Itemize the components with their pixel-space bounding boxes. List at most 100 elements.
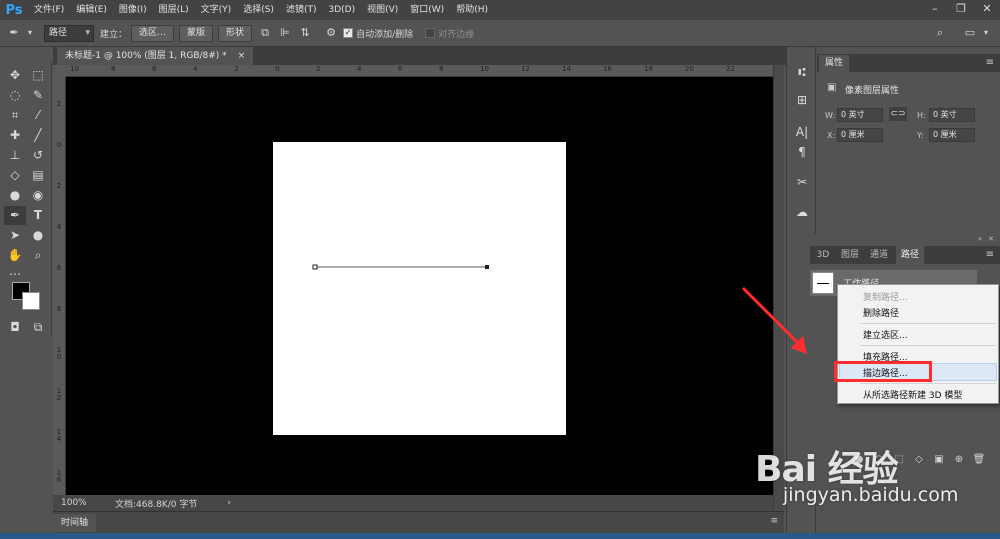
- menu-edit[interactable]: 编辑(E): [70, 0, 113, 20]
- ruler-tick-label: 0: [275, 65, 280, 73]
- selection-button[interactable]: 选区…: [131, 24, 175, 42]
- minimize-icon[interactable]: –: [922, 0, 948, 20]
- menu-separator: [860, 323, 996, 324]
- y-field[interactable]: 0 厘米: [929, 128, 975, 142]
- anchor-point-start[interactable]: [312, 264, 318, 270]
- x-field[interactable]: 0 厘米: [837, 128, 883, 142]
- width-field[interactable]: 0 英寸: [837, 108, 883, 122]
- properties-icon[interactable]: ⊞: [793, 91, 811, 109]
- document-tab[interactable]: 未标题-1 @ 100% (图层 1, RGB/8#) * ×: [57, 47, 254, 65]
- menu-3d[interactable]: 3D(D): [322, 0, 361, 20]
- close-tab-icon[interactable]: ×: [238, 51, 246, 61]
- height-field[interactable]: 0 英寸: [929, 108, 975, 122]
- panel-collapse-icon[interactable]: «: [978, 235, 982, 243]
- close-icon[interactable]: ✕: [974, 0, 1000, 20]
- tab-layers[interactable]: 图层: [838, 246, 862, 264]
- load-selection-icon[interactable]: ⬚: [890, 454, 908, 468]
- mask-button[interactable]: 蒙版: [179, 24, 214, 42]
- healing-icon[interactable]: ✚: [4, 126, 26, 145]
- tab-channels[interactable]: 通道: [866, 246, 892, 264]
- fill-path-icon[interactable]: ●: [850, 454, 868, 468]
- search-icon[interactable]: ⌕: [932, 25, 948, 41]
- menu-separator: [860, 383, 996, 384]
- marquee-icon[interactable]: ⬚: [27, 66, 49, 85]
- character-icon[interactable]: A|: [793, 123, 811, 141]
- tools-preset-icon[interactable]: ✂: [793, 173, 811, 191]
- menu-filter[interactable]: 滤镜(T): [280, 0, 323, 20]
- menu-help[interactable]: 帮助(H): [450, 0, 494, 20]
- eyedropper-icon[interactable]: ⁄: [27, 106, 49, 125]
- anchor-point-end[interactable]: [485, 265, 489, 269]
- ruler-tick-label: 6: [398, 65, 403, 73]
- quick-select-icon[interactable]: ✎: [27, 86, 49, 105]
- brush-icon[interactable]: ╱: [27, 126, 49, 145]
- lasso-icon[interactable]: ◌: [4, 86, 26, 105]
- link-icon[interactable]: ⊂⊃: [889, 107, 907, 121]
- path-alignment-icon[interactable]: ⊫: [277, 25, 293, 41]
- stroke-path-icon[interactable]: ○: [870, 454, 888, 468]
- path-operations-icon[interactable]: ⧉: [257, 25, 273, 41]
- tool-mode-select[interactable]: 路径: [44, 24, 94, 42]
- menu-view[interactable]: 视图(V): [361, 0, 404, 20]
- zoom-level[interactable]: 100%: [61, 498, 111, 508]
- more-icon[interactable]: …: [4, 262, 26, 281]
- chevron-down-icon[interactable]: ▾: [26, 25, 34, 41]
- eraser-icon[interactable]: ◇: [4, 166, 26, 185]
- auto-add-delete-checkbox[interactable]: ✓: [343, 28, 354, 38]
- path-pen-icon[interactable]: ✒: [4, 206, 26, 225]
- move-icon[interactable]: ✥: [4, 66, 26, 85]
- shape-button[interactable]: 形状: [218, 24, 253, 42]
- path-arrangement-icon[interactable]: ⇅: [297, 25, 313, 41]
- panel-close-icon[interactable]: ✕: [988, 235, 994, 243]
- paths-footer: ● ○ ⬚ ◇ ▣ ⊕ 🗑: [850, 454, 990, 468]
- type-icon[interactable]: T: [27, 206, 49, 225]
- new-path-icon[interactable]: ⊕: [950, 454, 968, 468]
- tab-3d[interactable]: 3D: [812, 246, 834, 264]
- paragraph-icon[interactable]: ¶: [793, 143, 811, 161]
- gradient-icon[interactable]: ▤: [27, 166, 49, 185]
- ruler-tick-label: 4: [56, 223, 62, 231]
- menu-make-selection[interactable]: 建立选区...: [863, 328, 908, 341]
- workspace-icon[interactable]: ▭: [962, 25, 978, 41]
- canvas-area[interactable]: [66, 77, 773, 495]
- status-menu-icon[interactable]: ›: [227, 498, 231, 508]
- properties-tab[interactable]: 属性: [819, 55, 850, 72]
- background-color-swatch[interactable]: [22, 292, 40, 310]
- make-work-path-icon[interactable]: ◇: [910, 454, 928, 468]
- menu-duplicate-path[interactable]: 复制路径...: [863, 290, 908, 303]
- paths-menu-icon[interactable]: ≡: [986, 249, 994, 260]
- pen-icon[interactable]: ✒: [6, 25, 22, 41]
- properties-menu-icon[interactable]: ≡: [986, 57, 994, 68]
- add-mask-icon[interactable]: ▣: [930, 454, 948, 468]
- menu-type[interactable]: 文字(Y): [195, 0, 238, 20]
- menu-delete-path[interactable]: 删除路径: [863, 306, 899, 319]
- workspace-chevron-icon[interactable]: ▾: [982, 25, 990, 41]
- screen-mode-icon[interactable]: ⧉: [27, 318, 49, 337]
- dodge-icon[interactable]: ◉: [27, 186, 49, 205]
- timeline-menu-icon[interactable]: ≡: [770, 516, 778, 526]
- tab-paths[interactable]: 路径: [896, 246, 924, 264]
- work-path[interactable]: [273, 142, 566, 435]
- document-canvas[interactable]: [273, 142, 566, 435]
- align-edges-checkbox[interactable]: [425, 28, 436, 38]
- creative-cloud-icon[interactable]: ☁: [793, 203, 811, 221]
- menu-select[interactable]: 选择(S): [237, 0, 280, 20]
- menu-new-3d-model[interactable]: 从所选路径新建 3D 模型: [863, 388, 962, 401]
- zoom-icon[interactable]: ⌕: [27, 246, 49, 265]
- quick-mask-icon[interactable]: ◘: [4, 318, 26, 337]
- restore-icon[interactable]: ❐: [948, 0, 974, 20]
- menu-file[interactable]: 文件(F): [28, 0, 70, 20]
- menu-window[interactable]: 窗口(W): [404, 0, 450, 20]
- ellipse-icon[interactable]: ●: [27, 226, 49, 245]
- menu-layer[interactable]: 图层(L): [153, 0, 195, 20]
- path-select-icon[interactable]: ➤: [4, 226, 26, 245]
- stamp-icon[interactable]: ⊥: [4, 146, 26, 165]
- blur-icon[interactable]: ●: [4, 186, 26, 205]
- crop-icon[interactable]: ⌗: [4, 106, 26, 125]
- timeline-tab[interactable]: 时间轴: [53, 514, 97, 532]
- history-icon[interactable]: ⑆: [793, 63, 811, 81]
- trash-icon[interactable]: 🗑: [970, 454, 988, 468]
- settings-icon[interactable]: ⚙: [323, 25, 339, 41]
- menu-image[interactable]: 图像(I): [113, 0, 153, 20]
- history-brush-icon[interactable]: ↺: [27, 146, 49, 165]
